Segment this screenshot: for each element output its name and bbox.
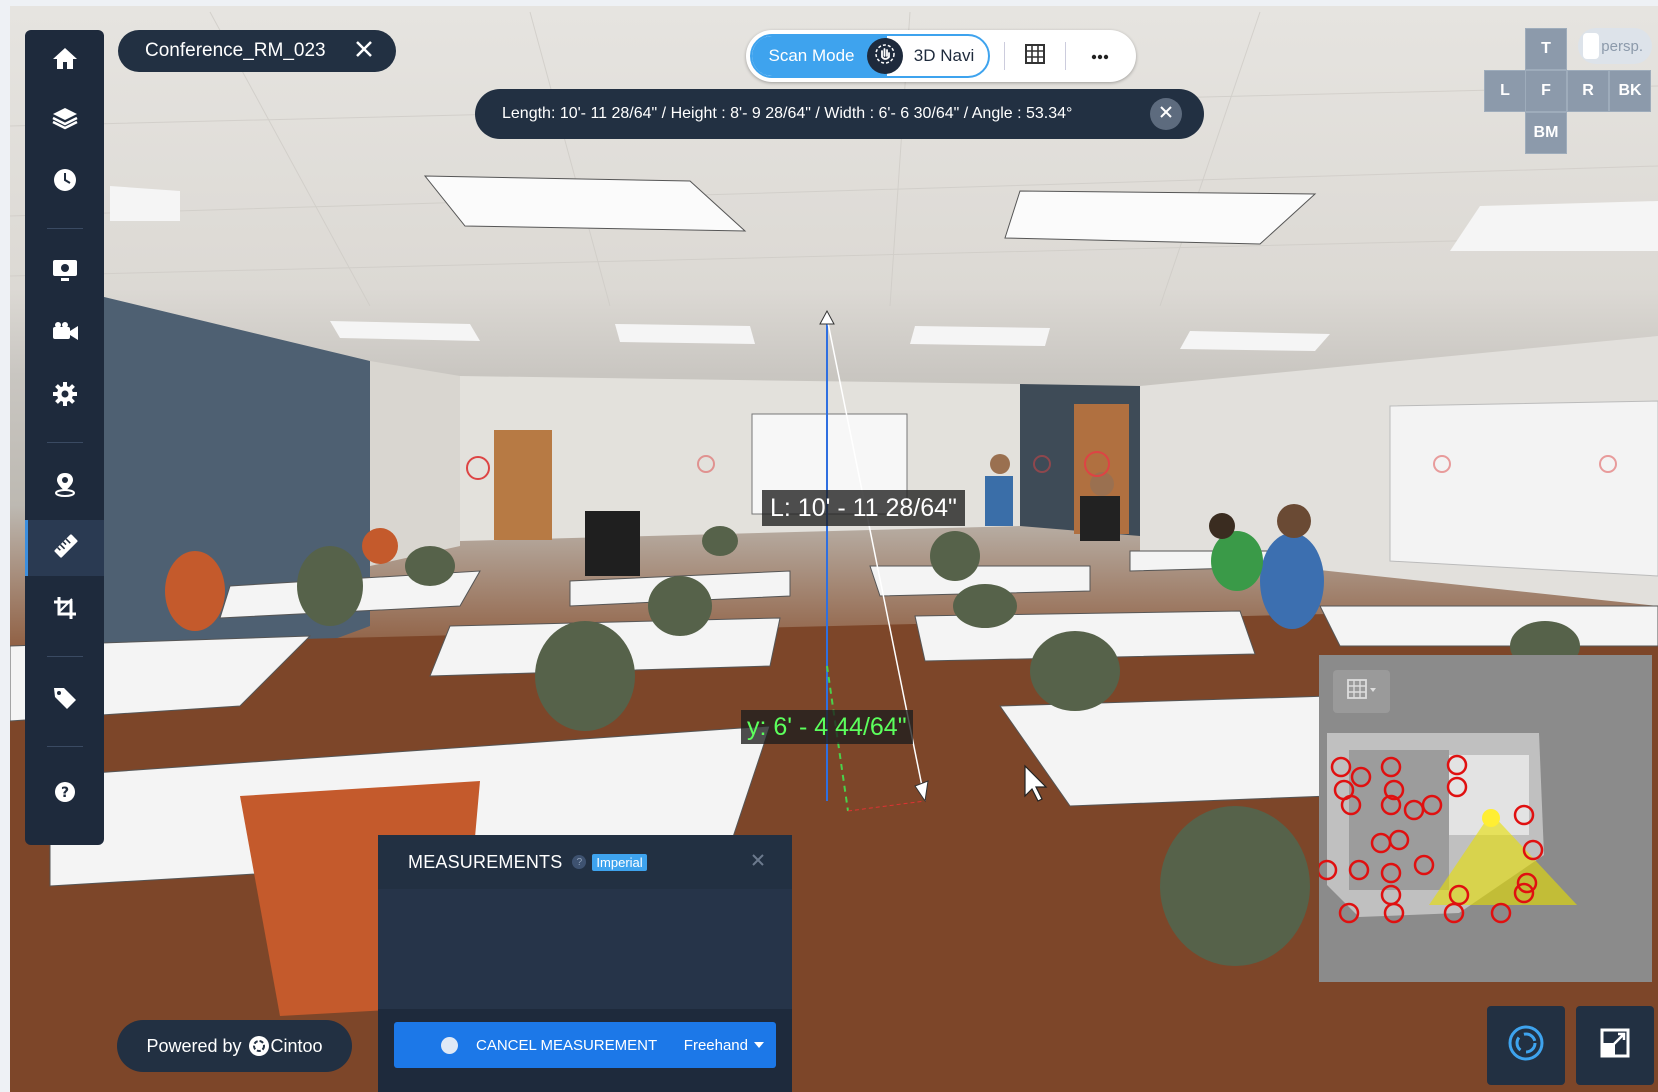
ruler-icon xyxy=(53,533,79,564)
grid-icon xyxy=(1025,43,1045,69)
length-measurement-label: L: 10' - 11 28/64" xyxy=(762,490,965,526)
layers-button[interactable] xyxy=(25,92,104,148)
view-top-button[interactable]: T xyxy=(1525,28,1567,70)
toolbar-divider xyxy=(47,746,83,747)
video-camera-icon xyxy=(51,320,79,349)
measurements-panel-header: MEASUREMENTS ? Imperial xyxy=(378,835,792,889)
close-icon xyxy=(355,40,373,63)
grid-view-button[interactable] xyxy=(1017,38,1053,74)
measurement-info-bar: Length: 10'- 11 28/64" / Height : 8'- 9 … xyxy=(475,89,1204,139)
minimap[interactable] xyxy=(1319,655,1652,982)
toolbar-divider xyxy=(47,656,83,657)
help-icon: ? xyxy=(54,781,76,808)
crop-button[interactable] xyxy=(25,582,104,638)
close-scan-button[interactable] xyxy=(344,31,384,71)
layers-icon xyxy=(51,106,78,135)
location-button[interactable] xyxy=(25,458,104,514)
home-icon xyxy=(52,46,78,75)
powered-by-brand: Cintoo xyxy=(270,1035,323,1056)
powered-by-prefix: Powered by xyxy=(146,1035,242,1056)
scan-name-chip: Conference_RM_023 xyxy=(118,30,396,72)
mode-toggle[interactable]: Scan Mode 3D Navi xyxy=(750,34,990,78)
chevron-down-icon[interactable] xyxy=(754,1042,764,1048)
settings-button[interactable] xyxy=(25,368,104,424)
measurements-panel-title: MEASUREMENTS xyxy=(408,851,563,872)
monitor-icon xyxy=(52,258,78,287)
toolbar-divider xyxy=(47,228,83,229)
close-measurement-info-button[interactable] xyxy=(1150,98,1182,130)
measurements-panel: MEASUREMENTS ? Imperial CANCEL MEASUREME… xyxy=(378,835,792,1092)
history-button[interactable] xyxy=(25,154,104,210)
view-front-button[interactable]: F xyxy=(1525,70,1567,112)
gear-icon xyxy=(52,381,78,412)
view-left-button[interactable]: L xyxy=(1484,70,1526,112)
clock-icon xyxy=(52,167,78,198)
measurement-info-text: Length: 10'- 11 28/64" / Height : 8'- 9 … xyxy=(502,105,1073,122)
recording-indicator xyxy=(441,1036,458,1054)
map-pin-icon xyxy=(52,471,78,502)
help-button[interactable]: ? xyxy=(25,766,104,822)
measurement-mode-select[interactable]: Freehand xyxy=(684,1037,748,1054)
close-panel-button[interactable] xyxy=(748,852,768,872)
cintoo-logo-icon xyxy=(248,1036,269,1056)
target-icon xyxy=(1506,1023,1546,1068)
y-axis-measurement-label: y: 6' - 4 44/64" xyxy=(741,710,913,744)
home-button[interactable] xyxy=(25,32,104,88)
tags-button[interactable] xyxy=(25,672,104,728)
crop-icon xyxy=(52,595,78,626)
toolbar-divider xyxy=(47,442,83,443)
info-icon[interactable]: ? xyxy=(572,855,587,869)
measurements-list xyxy=(378,889,792,1009)
close-icon xyxy=(751,853,765,872)
svg-text:?: ? xyxy=(60,785,68,801)
3d-navi-option[interactable]: 3D Navi xyxy=(902,36,986,76)
view-bottom-button[interactable]: BM xyxy=(1525,112,1567,154)
mode-bar: Scan Mode 3D Navi xyxy=(746,30,1136,82)
modebar-divider xyxy=(1065,42,1066,70)
hand-icon xyxy=(874,43,896,70)
more-horizontal-icon xyxy=(1091,47,1109,65)
units-badge[interactable]: Imperial xyxy=(592,853,647,871)
scan-name: Conference_RM_023 xyxy=(145,40,326,61)
fullscreen-button[interactable] xyxy=(1576,1006,1654,1085)
powered-by-badge[interactable]: Powered by Cintoo xyxy=(117,1020,352,1072)
view-back-button[interactable]: BK xyxy=(1609,70,1651,112)
cancel-measurement-button[interactable]: CANCEL MEASUREMENT Freehand xyxy=(394,1022,776,1068)
projection-label: persp. xyxy=(1601,37,1643,55)
fullscreen-icon xyxy=(1600,1028,1630,1063)
presentation-button[interactable] xyxy=(25,244,104,300)
measure-button[interactable] xyxy=(25,520,104,576)
projection-toggle-knob xyxy=(1583,33,1599,59)
projection-toggle[interactable]: persp. xyxy=(1578,28,1652,64)
more-options-button[interactable] xyxy=(1082,38,1118,74)
cancel-measurement-label: CANCEL MEASUREMENT xyxy=(476,1036,658,1054)
camera-button[interactable] xyxy=(25,306,104,362)
scan-locate-button[interactable] xyxy=(1487,1006,1565,1085)
modebar-divider xyxy=(1004,42,1005,70)
mode-toggle-knob[interactable] xyxy=(867,38,903,74)
view-right-button[interactable]: R xyxy=(1567,70,1609,112)
tag-icon xyxy=(52,685,78,716)
left-toolbar: ? xyxy=(25,30,104,845)
close-icon xyxy=(1159,105,1173,124)
